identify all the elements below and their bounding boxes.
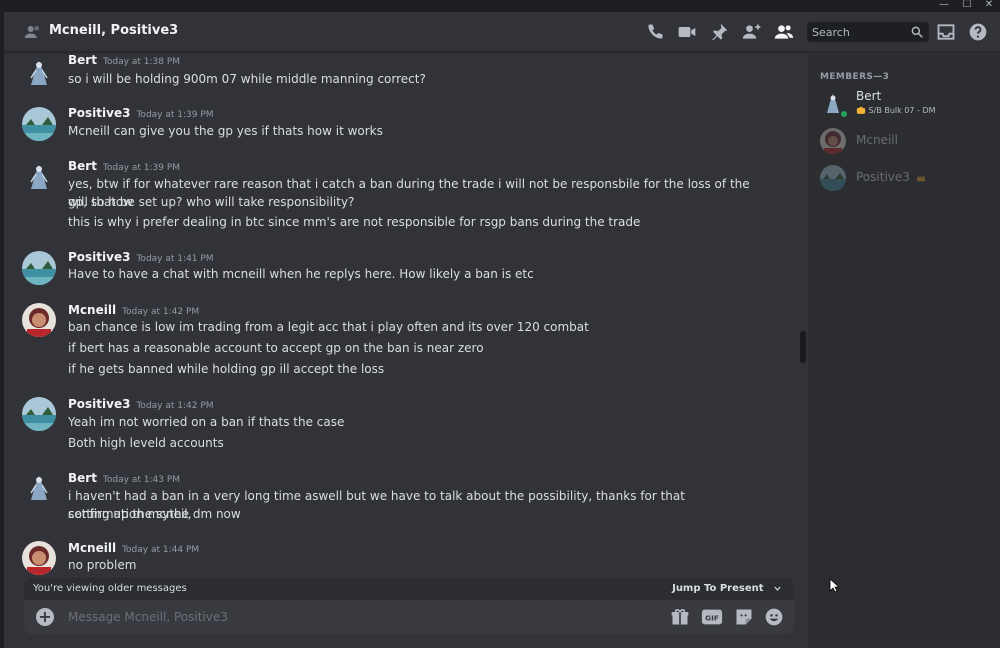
owner-crown-icon: [916, 174, 925, 181]
older-messages-text: You're viewing older messages: [33, 583, 187, 594]
message-text: ban chance is low im trading from a legi…: [68, 320, 589, 334]
member-name: Positive3: [856, 170, 926, 184]
member-list-header: MEMBERS—3: [820, 72, 890, 82]
avatar-mcneill[interactable]: [22, 541, 56, 575]
status-emoji-icon: [856, 106, 866, 114]
channel-title: Mcneill, Positive3: [49, 23, 179, 38]
message-author[interactable]: Mcneill Today at 1:42 PM: [68, 303, 199, 317]
add-attachment-button[interactable]: +: [36, 608, 54, 626]
message-author[interactable]: Positive3 Today at 1:41 PM: [68, 250, 214, 264]
message-composer[interactable]: + Message Mcneill, Positive3 GIF: [24, 600, 794, 634]
avatar-bert[interactable]: [22, 471, 56, 505]
member-name: Mcneill: [856, 133, 898, 147]
member-name: Bert: [856, 89, 882, 103]
message-input[interactable]: Message Mcneill, Positive3: [68, 610, 228, 624]
message-author[interactable]: Bert Today at 1:39 PM: [68, 159, 180, 173]
member-item-bert[interactable]: Bert S/B Bulk 07 - DM: [818, 89, 993, 121]
chat-scrollbar[interactable]: [800, 331, 806, 363]
avatar-positive3[interactable]: [22, 107, 56, 141]
avatar-positive3: [820, 165, 846, 191]
search-input[interactable]: Search: [807, 22, 929, 42]
message-timestamp: Today at 1:39 PM: [102, 163, 181, 173]
message-text: if he gets banned while holding gp ill a…: [68, 362, 385, 376]
message-list: Bert Today at 1:38 PM so i will be holdin…: [4, 52, 808, 648]
avatar-positive3[interactable]: [22, 251, 56, 285]
minimize-button[interactable]: —: [933, 0, 955, 12]
sticker-icon[interactable]: [734, 607, 754, 627]
message-text: this is why i prefer dealing in btc sinc…: [68, 215, 641, 229]
message-author[interactable]: Positive3 Today at 1:42 PM: [68, 397, 214, 411]
member-list-icon[interactable]: [773, 21, 795, 43]
message-text: Mcneill can give you the gp yes if thats…: [68, 124, 383, 138]
avatar-bert[interactable]: [22, 160, 56, 194]
channel-header: Mcneill, Positive3 Search: [4, 12, 1000, 52]
video-call-icon[interactable]: [676, 21, 698, 43]
help-icon[interactable]: [967, 21, 989, 43]
member-list: MEMBERS—3 Bert S/B Bulk 07 - DM Mcneill …: [808, 52, 1000, 648]
message-text: Both high leveld accounts: [68, 436, 224, 450]
older-messages-bar: You're viewing older messages Jump To Pr…: [24, 578, 794, 600]
jump-to-present-button[interactable]: Jump To Present: [672, 583, 782, 594]
group-dm-icon: [24, 26, 39, 38]
emoji-icon[interactable]: [764, 607, 784, 627]
add-friends-icon[interactable]: [741, 21, 763, 43]
message-timestamp: Today at 1:39 PM: [136, 110, 214, 120]
gif-label: GIF: [705, 614, 719, 623]
message-timestamp: Today at 1:38 PM: [102, 57, 181, 67]
message-timestamp: Today at 1:42 PM: [136, 401, 214, 411]
pinned-messages-icon[interactable]: [708, 21, 730, 43]
gif-button[interactable]: GIF: [701, 607, 723, 627]
online-status-dot: [839, 109, 849, 119]
member-item-positive3[interactable]: Positive3: [818, 163, 993, 195]
message-text: Have to have a chat with mcneill when he…: [68, 267, 534, 281]
search-placeholder: Search: [812, 26, 850, 39]
inbox-icon[interactable]: [935, 21, 957, 43]
message-text: no problem: [68, 558, 137, 572]
maximize-button[interactable]: ☐: [956, 0, 978, 12]
window-titlebar: — ☐ ✕: [0, 0, 1000, 12]
member-item-mcneill[interactable]: Mcneill: [818, 126, 993, 158]
message-author[interactable]: Positive3 Today at 1:39 PM: [68, 106, 214, 120]
message-text: will that be set up? who will take respo…: [68, 195, 355, 209]
avatar-mcneill[interactable]: [22, 303, 56, 337]
avatar-bert[interactable]: [22, 56, 56, 90]
message-text: so i will be holding 900m 07 while middl…: [68, 72, 426, 86]
voice-call-icon[interactable]: [644, 21, 666, 43]
member-custom-status: S/B Bulk 07 - DM: [856, 106, 936, 115]
chevron-down-icon: [774, 586, 781, 591]
message-timestamp: Today at 1:41 PM: [136, 254, 214, 264]
message-author[interactable]: Bert Today at 1:43 PM: [68, 471, 180, 485]
message-timestamp: Today at 1:43 PM: [102, 475, 181, 485]
message-author[interactable]: Bert Today at 1:38 PM: [68, 53, 180, 67]
mouse-cursor-icon: [829, 578, 839, 593]
message-text: setting up the sythe dm now: [68, 507, 241, 521]
message-timestamp: Today at 1:44 PM: [122, 545, 200, 555]
close-window-button[interactable]: ✕: [978, 0, 1000, 12]
message-timestamp: Today at 1:42 PM: [122, 307, 200, 317]
avatar-mcneill: [820, 128, 846, 154]
search-icon: [911, 26, 923, 38]
message-text: if bert has a reasonable account to acce…: [68, 341, 484, 355]
message-author[interactable]: Mcneill Today at 1:44 PM: [68, 541, 199, 555]
gift-icon[interactable]: [670, 607, 690, 627]
avatar-positive3[interactable]: [22, 397, 56, 431]
message-text: Yeah im not worried on a ban if thats th…: [68, 415, 345, 429]
